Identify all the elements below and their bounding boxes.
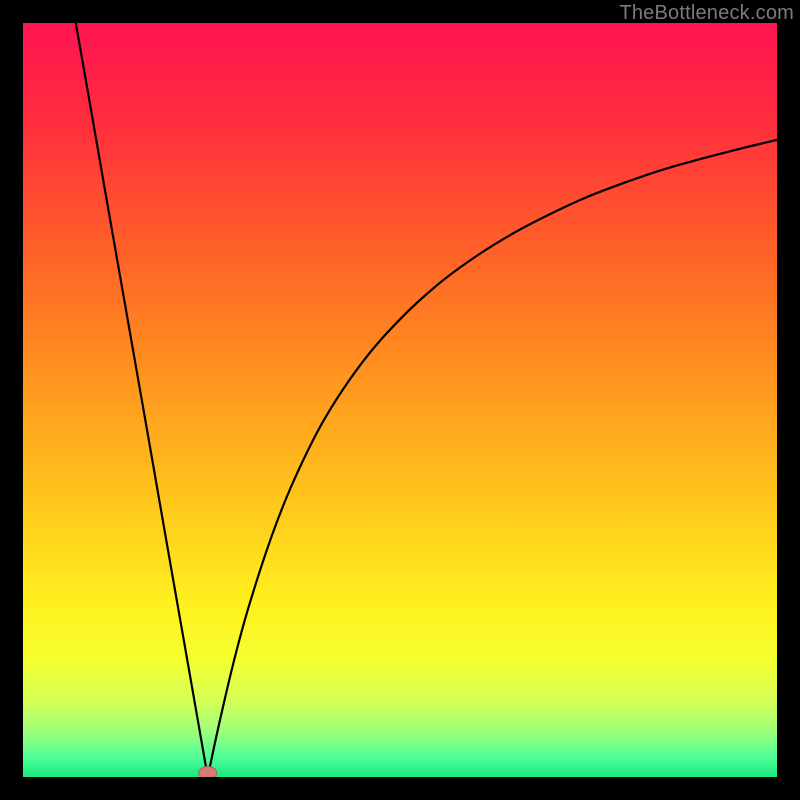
gradient-background: [23, 23, 777, 777]
bottleneck-chart: [23, 23, 777, 777]
watermark-text: TheBottleneck.com: [619, 2, 794, 25]
minimum-marker: [199, 767, 217, 778]
chart-frame: [23, 23, 777, 777]
